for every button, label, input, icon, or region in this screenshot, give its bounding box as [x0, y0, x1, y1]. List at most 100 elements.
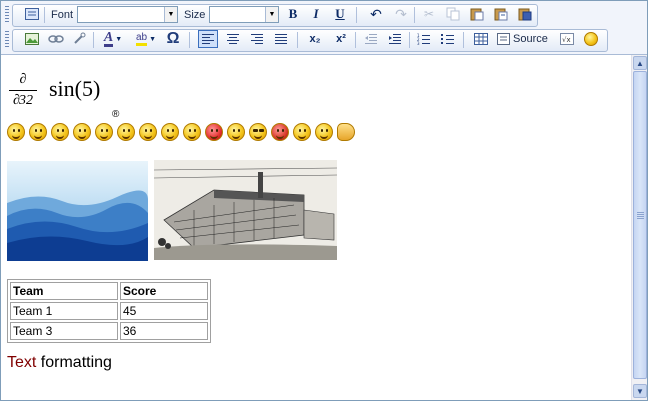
paste-word-icon[interactable] — [515, 5, 535, 23]
underline-button[interactable]: U — [330, 5, 350, 23]
vertical-scrollbar[interactable]: ▲ ▼ — [631, 55, 647, 400]
toolbar-separator — [414, 7, 415, 23]
font-color-button[interactable]: A ▼ — [98, 30, 128, 48]
toolbar-separator — [463, 32, 464, 48]
angel-smile-icon — [227, 123, 245, 141]
table-row: Team 3 36 — [10, 322, 208, 340]
toolbar-separator — [409, 32, 410, 48]
editor-frame: Font ▼ Size ▼ B I U ↶ ↷ ✂ A ▼ ab ▼ Ω x₂ … — [0, 0, 648, 401]
redo-icon[interactable]: ↷ — [391, 5, 411, 23]
align-right-icon[interactable] — [247, 30, 267, 48]
font-select[interactable]: ▼ — [77, 6, 178, 23]
table-cell[interactable]: Team 3 — [10, 322, 118, 340]
tongue-smile-icon — [117, 123, 135, 141]
toolbar-separator — [356, 7, 357, 23]
highlight-icon: ab — [135, 32, 148, 46]
toolbar-grip[interactable] — [5, 31, 9, 49]
table-cell[interactable]: 36 — [120, 322, 208, 340]
toolbar-separator — [297, 32, 298, 48]
math-formula-icon[interactable]: √x — [557, 30, 577, 48]
indent-icon[interactable] — [385, 30, 405, 48]
omg-smile-icon — [161, 123, 179, 141]
teeth-smile-icon — [73, 123, 91, 141]
regular-smile-icon — [7, 123, 25, 141]
scroll-thumb[interactable] — [633, 71, 647, 379]
wink-smile-icon — [51, 123, 69, 141]
editor-content[interactable]: ∂ ∂32 sin(5) ® Team Score Team 1 45 Team… — [1, 55, 630, 400]
editor-toolbar: Font ▼ Size ▼ B I U ↶ ↷ ✂ A ▼ ab ▼ Ω x₂ … — [1, 1, 647, 55]
toolbar-separator — [93, 32, 94, 48]
bulleted-list-icon[interactable] — [438, 30, 458, 48]
sad-smile-icon — [29, 123, 47, 141]
cut-icon[interactable]: ✂ — [419, 5, 439, 23]
chevron-down-icon[interactable]: ▼ — [265, 7, 278, 22]
shades-smile-icon — [249, 123, 267, 141]
lightbulb-icon — [315, 123, 333, 141]
page-properties-icon[interactable] — [22, 5, 42, 23]
devil-smile-icon — [271, 123, 289, 141]
formula-fraction: ∂ ∂32 — [9, 71, 37, 110]
italic-button[interactable]: I — [306, 5, 326, 23]
bold-button[interactable]: B — [283, 5, 303, 23]
smiley-icon[interactable] — [581, 30, 601, 48]
undo-icon[interactable]: ↶ — [366, 5, 386, 23]
formula-denominator: ∂32 — [13, 93, 33, 108]
registered-mark: ® — [112, 109, 120, 120]
table-header-row: Team Score — [10, 282, 208, 300]
table-header-cell: Team — [10, 282, 118, 300]
scroll-up-icon[interactable]: ▲ — [633, 56, 647, 70]
paste-icon[interactable] — [467, 5, 487, 23]
mountain-image[interactable] — [7, 161, 148, 261]
insert-image-icon[interactable] — [22, 30, 42, 48]
size-select[interactable]: ▼ — [209, 6, 279, 23]
link-icon[interactable] — [46, 30, 66, 48]
special-char-icon[interactable]: Ω — [163, 30, 183, 48]
toolbar-separator — [189, 32, 190, 48]
toolbar-separator — [44, 7, 45, 23]
formatted-text-plain: formatting — [36, 354, 112, 371]
highlight-color-button[interactable]: ab ▼ — [131, 30, 161, 48]
chevron-down-icon[interactable]: ▼ — [164, 7, 177, 22]
paste-text-icon[interactable] — [491, 5, 511, 23]
outdent-icon[interactable] — [361, 30, 381, 48]
factory-image[interactable] — [154, 160, 337, 260]
size-label: Size — [184, 9, 206, 21]
toolbar-row-1: Font ▼ Size ▼ B I U ↶ ↷ ✂ — [1, 3, 647, 27]
smiley-row — [7, 121, 367, 143]
svg-text:√x: √x — [562, 36, 571, 44]
embarrassed-smile-icon — [139, 123, 157, 141]
source-label: Source — [513, 33, 548, 45]
toolbar-row-2: A ▼ ab ▼ Ω x₂ x² 1 2 3 Source √x — [1, 28, 647, 52]
toolbar-separator — [355, 32, 356, 48]
table-header-cell: Score — [120, 282, 208, 300]
unlink-icon[interactable] — [69, 30, 89, 48]
source-icon — [497, 33, 510, 45]
chevron-down-icon: ▼ — [115, 35, 123, 43]
formatted-text: Text formatting — [7, 354, 112, 372]
confused-smile-icon — [95, 123, 113, 141]
table-icon[interactable] — [471, 30, 491, 48]
cry-smile-icon — [293, 123, 311, 141]
thumbs-down-icon — [337, 123, 355, 141]
chevron-down-icon: ▼ — [149, 35, 157, 43]
toolbar-grip[interactable] — [5, 6, 9, 24]
source-button[interactable]: Source — [497, 30, 553, 48]
whatchutalkingabout-icon — [183, 123, 201, 141]
angry-smile-icon — [205, 123, 223, 141]
numbered-list-icon[interactable]: 123 — [414, 30, 434, 48]
font-color-icon: A — [103, 29, 114, 47]
superscript-button[interactable]: x² — [331, 30, 351, 48]
formatted-text-colored: Text — [7, 354, 37, 371]
scores-table[interactable]: Team Score Team 1 45 Team 3 36 — [7, 279, 211, 343]
formula-function: sin(5) — [49, 76, 101, 101]
copy-icon[interactable] — [443, 5, 463, 23]
align-center-icon[interactable] — [223, 30, 243, 48]
align-left-icon[interactable] — [198, 30, 218, 48]
table-cell[interactable]: 45 — [120, 302, 208, 320]
table-row: Team 1 45 — [10, 302, 208, 320]
scroll-down-icon[interactable]: ▼ — [633, 384, 647, 398]
font-label: Font — [51, 9, 74, 21]
table-cell[interactable]: Team 1 — [10, 302, 118, 320]
align-justify-icon[interactable] — [271, 30, 291, 48]
subscript-button[interactable]: x₂ — [305, 30, 325, 48]
